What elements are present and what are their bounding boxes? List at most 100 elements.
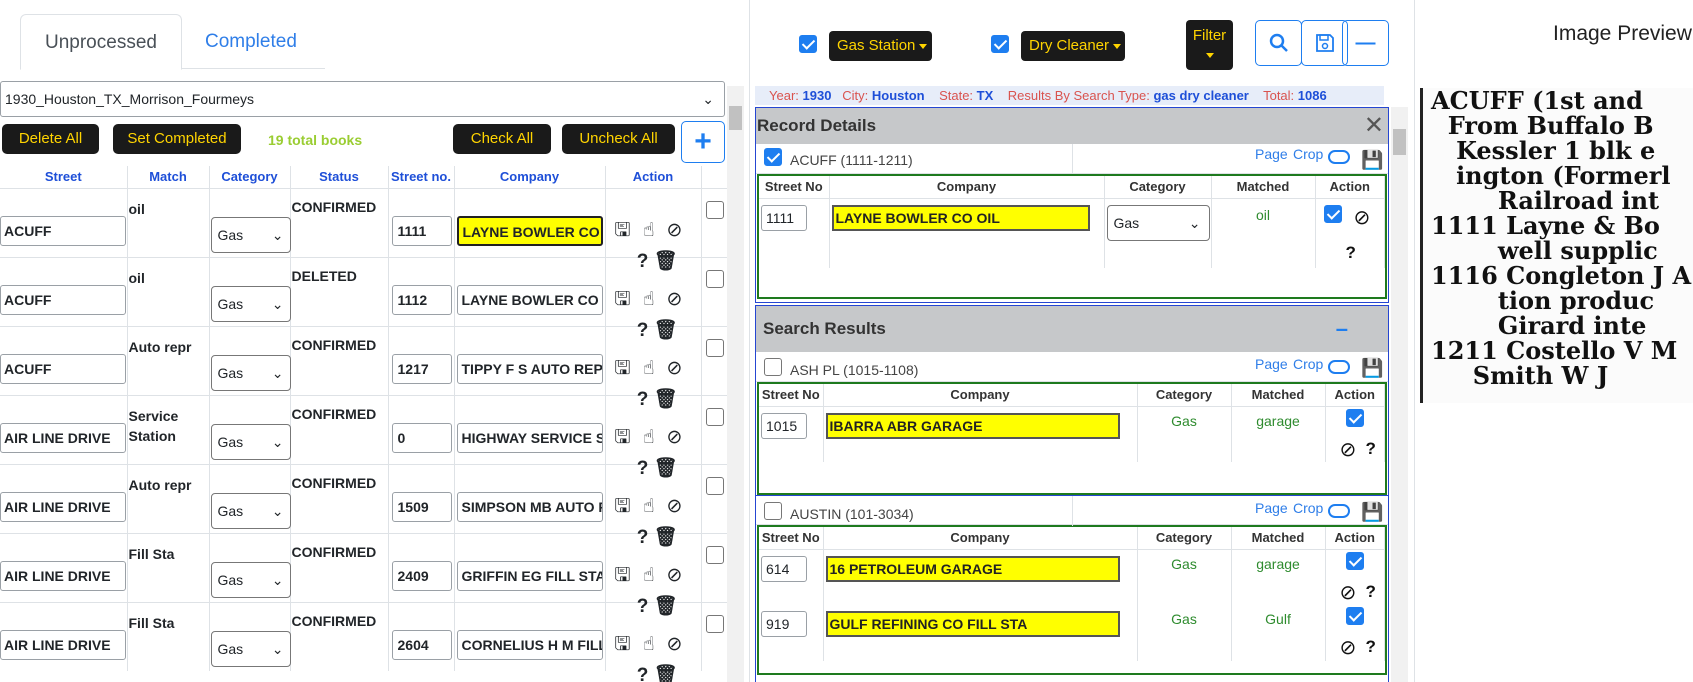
street-input[interactable]: AIR LINE DRIVE: [0, 491, 126, 522]
scrollbar-thumb[interactable]: [729, 106, 742, 130]
thumbs-up-icon[interactable]: ☝: [636, 633, 662, 656]
gas-station-checkbox[interactable]: [799, 35, 817, 54]
ban-icon[interactable]: ⊘: [1340, 635, 1357, 660]
result-confirm-checkbox[interactable]: [1345, 551, 1364, 570]
category-select[interactable]: Gas ⌄: [210, 561, 291, 598]
record-confirm-checkbox[interactable]: [1323, 204, 1342, 223]
ban-icon[interactable]: ⊘: [662, 564, 688, 587]
question-icon[interactable]: ?: [1346, 243, 1356, 263]
delete-all-button[interactable]: Delete All: [2, 124, 99, 154]
street-group-checkbox[interactable]: [764, 358, 782, 377]
thumbs-up-icon[interactable]: ☝: [636, 495, 662, 518]
ban-icon[interactable]: ⊘: [1354, 205, 1371, 230]
street-input[interactable]: ACUFF: [0, 353, 126, 384]
save-icon[interactable]: 🖫: [610, 354, 636, 386]
save-button[interactable]: [1301, 20, 1348, 66]
street-no-input[interactable]: 1509: [391, 491, 452, 522]
crop-link[interactable]: Crop: [1293, 500, 1323, 516]
result-street-no-input[interactable]: 1015: [761, 412, 807, 439]
save-icon[interactable]: 💾: [1361, 502, 1383, 523]
row-checkbox[interactable]: [705, 269, 724, 288]
gas-station-dropdown[interactable]: Gas Station: [829, 31, 932, 61]
company-input[interactable]: SIMPSON MB AUTO REPR: [456, 491, 603, 522]
uncheck-all-button[interactable]: Uncheck All: [562, 124, 675, 154]
tab-unprocessed[interactable]: Unprocessed: [20, 14, 182, 70]
page-link[interactable]: Page: [1255, 356, 1288, 372]
question-icon[interactable]: ?: [1366, 582, 1376, 602]
category-select[interactable]: Gas ⌄: [210, 354, 291, 391]
dry-cleaner-dropdown[interactable]: Dry Cleaner: [1021, 31, 1125, 61]
result-confirm-checkbox[interactable]: [1345, 408, 1364, 427]
question-icon[interactable]: ?: [1366, 439, 1376, 459]
company-input[interactable]: LAYNE BOWLER CO OIL: [456, 284, 603, 315]
street-input[interactable]: AIR LINE DRIVE: [0, 560, 126, 591]
col-company[interactable]: Company: [454, 166, 606, 189]
ban-icon[interactable]: ⊘: [662, 288, 688, 311]
record-category-select[interactable]: Gas ⌄: [1106, 204, 1210, 241]
street-no-input[interactable]: 1217: [391, 353, 452, 384]
street-input[interactable]: ACUFF: [0, 284, 126, 315]
filter-button[interactable]: Filter: [1186, 20, 1233, 70]
result-company-input[interactable]: GULF REFINING CO FILL STA: [825, 611, 1120, 637]
category-select[interactable]: Gas ⌄: [210, 216, 291, 253]
street-input[interactable]: ACUFF: [0, 215, 126, 246]
ban-icon[interactable]: ⊘: [662, 357, 688, 380]
toggle-switch[interactable]: [1328, 150, 1350, 164]
street-no-input[interactable]: 1111: [391, 215, 452, 246]
street-no-input[interactable]: 0: [391, 422, 452, 453]
toggle-switch[interactable]: [1328, 360, 1350, 374]
street-no-input[interactable]: 2409: [391, 560, 452, 591]
col-category[interactable]: Category: [209, 166, 291, 189]
category-select[interactable]: Gas ⌄: [210, 285, 291, 322]
save-icon[interactable]: 💾: [1361, 358, 1383, 379]
result-company-input[interactable]: IBARRA ABR GARAGE: [825, 412, 1120, 439]
thumbs-up-icon[interactable]: ☝: [636, 426, 662, 449]
save-icon[interactable]: 🖫: [610, 561, 636, 593]
thumbs-up-icon[interactable]: ☝: [636, 288, 662, 311]
add-record-button[interactable]: +: [681, 121, 725, 163]
thumbs-up-icon[interactable]: ☝: [636, 219, 662, 242]
ban-icon[interactable]: ⊘: [1340, 580, 1357, 605]
book-select[interactable]: 1930_Houston_TX_Morrison_Fourmeys ⌄: [0, 81, 725, 117]
street-input[interactable]: AIR LINE DRIVE: [0, 422, 126, 453]
ban-icon[interactable]: ⊘: [662, 426, 688, 449]
row-checkbox[interactable]: [705, 614, 724, 633]
company-input[interactable]: HIGHWAY SERVICE STA: [456, 422, 603, 453]
col-street-no[interactable]: Street no.: [388, 166, 455, 189]
crop-link[interactable]: Crop: [1293, 356, 1323, 372]
ban-icon[interactable]: ⊘: [1340, 437, 1357, 462]
street-input[interactable]: AIR LINE DRIVE: [0, 629, 126, 660]
company-input[interactable]: TIPPY F S AUTO REPR: [456, 353, 603, 384]
row-checkbox[interactable]: [705, 338, 724, 357]
category-select[interactable]: Gas ⌄: [210, 630, 291, 667]
results-scrollbar[interactable]: [1391, 107, 1408, 682]
page-link[interactable]: Page: [1255, 146, 1288, 162]
table-scrollbar[interactable]: [727, 86, 744, 682]
row-checkbox[interactable]: [705, 545, 724, 564]
result-street-no-input[interactable]: 614: [761, 555, 807, 582]
tab-completed[interactable]: Completed: [181, 14, 321, 70]
save-icon[interactable]: 🖫: [610, 285, 636, 317]
ban-icon[interactable]: ⊘: [662, 219, 688, 242]
record-company-input[interactable]: LAYNE BOWLER CO OIL: [831, 204, 1090, 231]
collapse-button[interactable]: —: [1342, 20, 1389, 66]
row-checkbox[interactable]: [705, 476, 724, 495]
category-select[interactable]: Gas ⌄: [210, 423, 291, 460]
save-icon[interactable]: 🖫: [610, 216, 636, 248]
close-icon[interactable]: ✕: [1364, 108, 1384, 144]
row-checkbox[interactable]: [705, 407, 724, 426]
check-all-button[interactable]: Check All: [453, 124, 551, 154]
col-match[interactable]: Match: [127, 166, 210, 189]
ban-icon[interactable]: ⊘: [662, 495, 688, 518]
result-confirm-checkbox[interactable]: [1345, 607, 1364, 626]
set-completed-button[interactable]: Set Completed: [113, 124, 241, 154]
record-street-no-input[interactable]: 1111: [761, 204, 807, 231]
save-icon[interactable]: 🖫: [610, 492, 636, 524]
minus-icon[interactable]: –: [1336, 306, 1348, 352]
thumbs-up-icon[interactable]: ☝: [636, 564, 662, 587]
save-icon[interactable]: 💾: [1361, 150, 1383, 171]
page-link[interactable]: Page: [1255, 500, 1288, 516]
record-street-checkbox[interactable]: [764, 148, 782, 167]
crop-link[interactable]: Crop: [1293, 146, 1323, 162]
question-icon[interactable]: ?: [1366, 637, 1376, 657]
